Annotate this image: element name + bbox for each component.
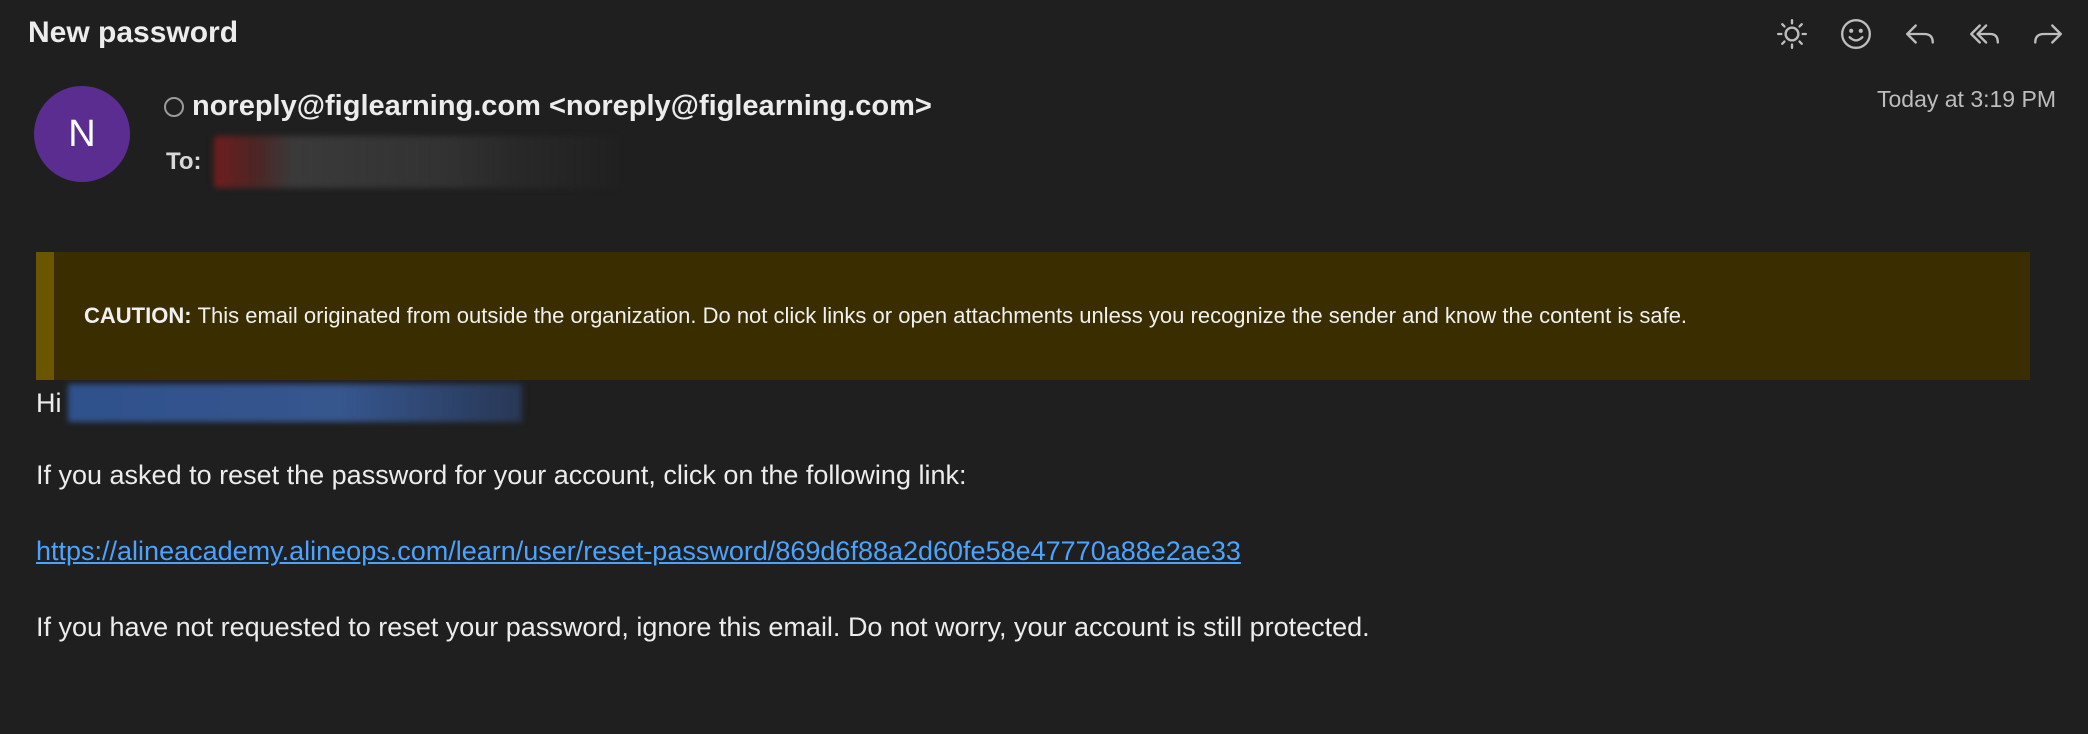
recipient-row: To:: [166, 136, 618, 188]
sender-row: noreply@figlearning.com <noreply@figlear…: [164, 90, 932, 123]
reply-button[interactable]: [1900, 14, 1940, 54]
to-label: To:: [166, 148, 202, 175]
reaction-button[interactable]: [1836, 14, 1876, 54]
caution-label: CAUTION:: [84, 303, 192, 328]
reply-all-icon: [1970, 24, 1999, 44]
body-paragraph-1: If you asked to reset the password for y…: [36, 460, 967, 490]
forward-button[interactable]: [2028, 14, 2068, 54]
email-view: New password N noreply@figlearning.com <…: [0, 0, 2088, 734]
reset-password-link[interactable]: https://alineacademy.alineops.com/learn/…: [36, 536, 1241, 567]
message-toolbar: [1772, 14, 2068, 54]
reply-all-button[interactable]: [1964, 14, 2004, 54]
forward-icon: [2034, 24, 2062, 44]
appearance-button[interactable]: [1772, 14, 1812, 54]
body-paragraph-2: If you have not requested to reset your …: [36, 612, 1370, 642]
sender-address[interactable]: noreply@figlearning.com <noreply@figlear…: [192, 90, 932, 123]
caution-text: This email originated from outside the o…: [197, 303, 1688, 328]
reply-icon: [1906, 24, 1934, 44]
sun-icon: [1777, 19, 1807, 49]
email-timestamp: Today at 3:19 PM: [1877, 86, 2056, 112]
sender-avatar: N: [34, 86, 130, 182]
smiley-icon: [1841, 19, 1871, 49]
unread-indicator-icon[interactable]: [164, 96, 184, 117]
email-subject: New password: [28, 16, 239, 49]
caution-banner: CAUTION: This email originated from outs…: [36, 252, 2030, 380]
redacted-name: [67, 384, 522, 422]
greeting-text: Hi: [36, 387, 62, 418]
greeting: Hi: [36, 384, 522, 422]
redacted-recipient: [213, 136, 618, 188]
